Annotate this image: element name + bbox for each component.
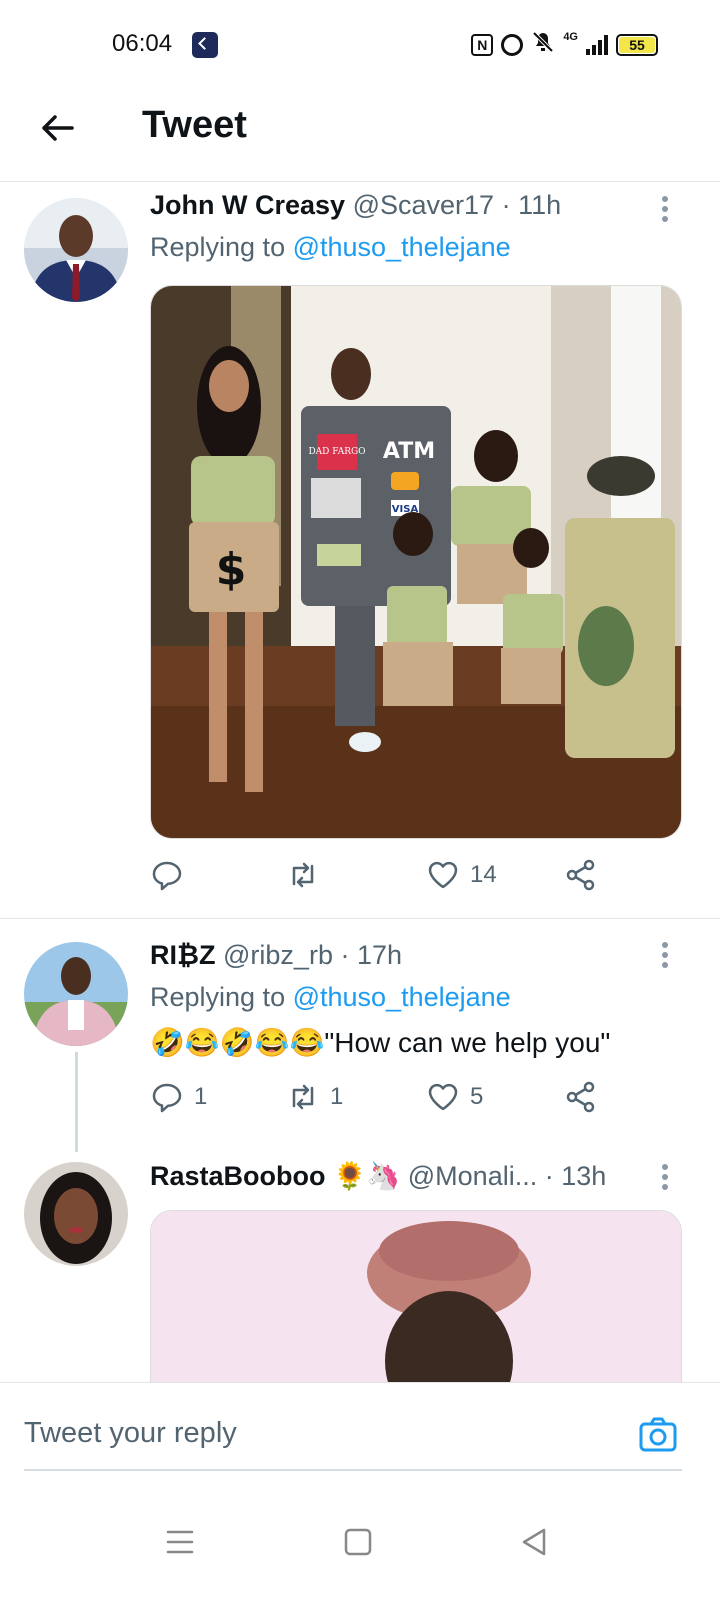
reply-input[interactable]: Tweet your reply <box>24 1403 682 1471</box>
thread-connector <box>75 1052 78 1152</box>
reply-count: 1 <box>194 1083 208 1110</box>
replying-prefix: Replying to <box>150 232 293 262</box>
signal-icon <box>586 35 608 55</box>
page-title: Tweet <box>142 104 247 146</box>
arrow-left-icon[interactable] <box>38 108 78 148</box>
menu-icon[interactable] <box>160 1522 200 1562</box>
reply-placeholder: Tweet your reply <box>24 1417 237 1449</box>
more-options-icon[interactable] <box>662 196 670 222</box>
reply-icon <box>152 1083 182 1113</box>
network-type: 4G <box>563 31 578 43</box>
retweet-count: 1 <box>330 1083 344 1110</box>
share-icon <box>566 1081 595 1113</box>
tweet-header: John W Creasy @Scaver17 · 11h <box>150 190 561 221</box>
reply-icon <box>152 861 182 891</box>
reply-action[interactable] <box>150 858 194 892</box>
battery-icon: 55 <box>616 34 658 56</box>
tweet-media-image[interactable] <box>150 1210 682 1382</box>
tweet-actions: 1 1 5 <box>150 1080 610 1120</box>
status-icons: N 4G 55 <box>471 30 658 60</box>
retweet-action[interactable] <box>286 858 330 892</box>
nfc-icon: N <box>471 34 494 56</box>
avatar[interactable] <box>24 198 128 302</box>
tweet-actions: 14 <box>150 858 610 898</box>
handle[interactable]: @Monali... <box>408 1161 537 1191</box>
timestamp[interactable]: · 13h <box>545 1161 607 1191</box>
tweet[interactable]: RI₿Z @ribz_rb · 17h Replying to @thuso_t… <box>0 918 720 1152</box>
retweet-action[interactable]: 1 <box>286 1080 343 1114</box>
retweet-icon <box>292 1084 314 1110</box>
header: Tweet <box>0 90 720 182</box>
avatar[interactable] <box>24 942 128 1046</box>
status-bar: 06:04 N 4G 55 <box>0 0 720 90</box>
replying-to: Replying to @thuso_thelejane <box>150 232 511 263</box>
status-time: 06:04 <box>112 30 173 57</box>
timestamp[interactable]: · 11h <box>502 190 562 220</box>
more-options-icon[interactable] <box>662 942 670 968</box>
like-count: 14 <box>470 861 497 888</box>
replying-prefix: Replying to <box>150 982 293 1012</box>
alarm-icon <box>501 34 524 56</box>
camera-icon[interactable] <box>638 1415 678 1455</box>
tweet-text: 🤣😂🤣😂😂"How can we help you" <box>150 1027 611 1058</box>
mention-link[interactable]: @thuso_thelejane <box>293 982 511 1012</box>
timestamp[interactable]: · 17h <box>340 940 402 970</box>
more-options-icon[interactable] <box>662 1164 670 1190</box>
reply-action[interactable]: 1 <box>150 1080 207 1114</box>
like-action[interactable]: 5 <box>426 1080 483 1114</box>
reply-bar: Tweet your reply <box>0 1382 720 1490</box>
atm-sign-text: DAD FARGO <box>308 447 365 457</box>
mute-icon <box>531 30 555 60</box>
display-name[interactable]: RI₿Z <box>150 940 216 970</box>
tweet-header: RastaBooboo 🌻🦄 @Monali... · 13h <box>150 1160 606 1192</box>
replying-to: Replying to @thuso_thelejane <box>150 982 511 1013</box>
share-action[interactable] <box>564 858 598 892</box>
dollar-sign-text: $ <box>216 544 247 595</box>
app-icon <box>192 32 218 58</box>
handle[interactable]: @ribz_rb <box>223 940 333 970</box>
like-count: 5 <box>470 1083 484 1110</box>
atm-text: ATM <box>383 439 435 464</box>
retweet-icon <box>292 862 314 888</box>
handle[interactable]: @Scaver17 <box>353 190 494 220</box>
display-name[interactable]: RastaBooboo 🌻🦄 <box>150 1161 400 1191</box>
mention-link[interactable]: @thuso_thelejane <box>293 232 511 262</box>
heart-icon <box>428 1083 458 1111</box>
battery-level: 55 <box>619 37 655 53</box>
share-action[interactable] <box>564 1080 598 1114</box>
tweet[interactable]: John W Creasy @Scaver17 · 11h Replying t… <box>0 182 720 918</box>
home-square-icon[interactable] <box>338 1522 378 1562</box>
avatar[interactable] <box>24 1162 128 1266</box>
like-action[interactable]: 14 <box>426 858 497 892</box>
heart-icon <box>428 861 458 889</box>
tweet-header: RI₿Z @ribz_rb · 17h <box>150 940 402 971</box>
system-nav-bar <box>0 1490 720 1600</box>
back-triangle-icon[interactable] <box>514 1522 554 1562</box>
display-name[interactable]: John W Creasy <box>150 190 345 220</box>
tweet[interactable]: RastaBooboo 🌻🦄 @Monali... · 13h <box>0 1150 720 1382</box>
tweet-media-image[interactable]: $ DAD FARGO ATM VISA <box>150 285 682 839</box>
share-icon <box>566 859 595 891</box>
